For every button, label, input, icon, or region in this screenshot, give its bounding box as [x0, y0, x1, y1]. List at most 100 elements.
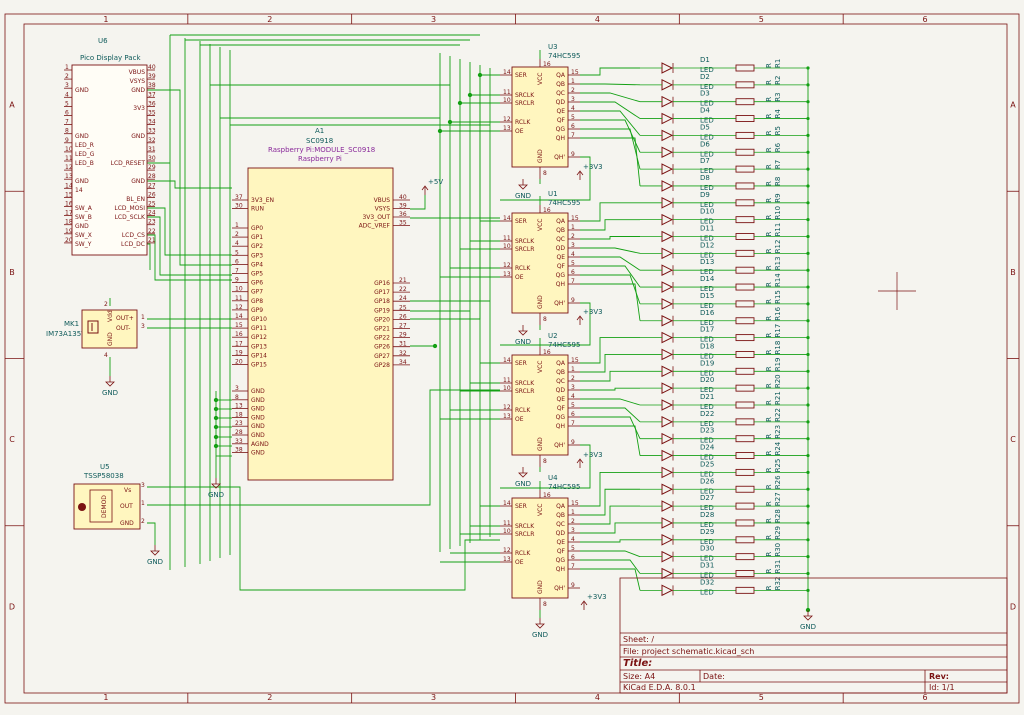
row-mark-left: D — [9, 602, 15, 611]
u6-left-pin-label: GND — [75, 223, 89, 230]
sr-left-pin-num: 11 — [503, 520, 511, 527]
u6-right-pin-num: 31 — [148, 146, 156, 153]
a1-left-pin-num: 5 — [235, 249, 239, 256]
resistor-icon — [735, 98, 755, 106]
resistor-ref: R5 — [774, 126, 782, 135]
sr-right-pin-label: QH' — [554, 442, 565, 449]
led-ref: D23 — [700, 427, 714, 435]
junction — [806, 150, 810, 154]
resistor-ref: R24 — [774, 441, 782, 455]
sr-right-pin-num: 5 — [571, 260, 575, 267]
gnd-symbol: GND — [532, 618, 548, 639]
tb-title: Title: — [623, 658, 652, 669]
led-ref: D29 — [700, 528, 714, 536]
resistor-icon — [735, 435, 755, 443]
wire — [580, 256, 641, 271]
u5-ir-receiver[interactable]: U5 TSSP58038 DEMOD Vs OUT GND 3 1 2 — [73, 463, 145, 530]
sr-right-pin-label: QC — [556, 236, 565, 243]
a1-gnd-pin-label: GND — [251, 406, 265, 413]
led-resistor-row: D24LEDR R24 — [640, 441, 810, 462]
led-resistor-row: D8LEDR R8 — [640, 174, 810, 192]
u6-right-pin-num: 33 — [148, 128, 156, 135]
sr-left-pin-label: SRCLK — [515, 523, 535, 530]
led-icon — [661, 79, 674, 91]
shift-register-u2[interactable]: U274HC59514 SER11 SRCLK10 SRCLR12 RCLK13 OE15… — [500, 332, 580, 467]
u6-left-pin-label: SW_X — [75, 232, 92, 239]
junction — [213, 397, 219, 403]
resistor-ref: R3 — [774, 92, 782, 101]
sr-right-pin-label: QE — [556, 539, 565, 546]
sr-left-pin-num: 12 — [503, 262, 511, 269]
resistor-value: R — [765, 181, 773, 186]
a1-footprint: Raspberry Pi:MODULE_SC0918 — [268, 146, 375, 154]
resistor-icon — [735, 519, 755, 527]
led-ref: D26 — [700, 477, 715, 485]
a1-gnd-pin-num: 3 — [235, 385, 239, 392]
resistor-icon — [735, 468, 755, 476]
sr-value: 74HC595 — [548, 52, 580, 60]
led-icon — [661, 213, 674, 226]
shift-register-u3[interactable]: U374HC59514 SER11 SRCLK10 SRCLR12 RCLK13 OE15… — [500, 43, 580, 179]
sr-left-pin-num: 10 — [503, 528, 511, 535]
row-mark-right: B — [1010, 268, 1016, 277]
resistor-ref: R9 — [774, 193, 782, 202]
junction — [457, 100, 463, 106]
a1-right-pin-num: 21 — [399, 277, 407, 284]
sr-left-pin-label: SRCLR — [515, 531, 534, 538]
sr-left-pin-label: RCLK — [515, 265, 531, 272]
junction — [806, 420, 810, 424]
sr-right-pin-label: QC — [556, 521, 565, 528]
led-icon — [661, 432, 674, 445]
resistor-value: R — [765, 164, 773, 169]
wire — [580, 337, 640, 364]
led-icon — [661, 517, 674, 529]
resistor-ref: R17 — [774, 324, 782, 338]
wire — [410, 74, 500, 320]
a1-left-pin-num: 6 — [235, 258, 239, 265]
schematic-sheet: 112233445566AABBCCDD U6 Pico Display Pac… — [0, 0, 1024, 711]
sr-right-pin-label: QB — [556, 227, 565, 234]
sr-vcc-num: 16 — [543, 349, 551, 356]
u6-left-pin-num: 8 — [65, 128, 69, 135]
resistor-ref: R10 — [774, 206, 782, 220]
sr-left-pin-label: SRCLR — [515, 246, 534, 253]
shift-register-u1[interactable]: U174HC59514 SER11 SRCLK10 SRCLR12 RCLK13 OE15… — [500, 190, 580, 325]
junction — [806, 201, 810, 205]
shift-register-u4[interactable]: U474HC59514 SER11 SRCLK10 SRCLR12 RCLK13 OE15… — [500, 474, 580, 610]
wire — [580, 550, 641, 558]
a1-left-pin-num: 2 — [235, 231, 239, 238]
sr-right-pin-num: 4 — [571, 393, 575, 400]
led-resistor-row: D31LEDR R31 — [640, 560, 810, 580]
u6-pico-display-pack[interactable]: U6 Pico Display Pack 1 402 393 384 375 366 357… — [64, 37, 156, 256]
resistor-ref: R23 — [774, 425, 782, 439]
wire — [580, 202, 640, 222]
led-resistor-row: D27LEDR R27 — [640, 492, 810, 512]
sr-left-pin-label: RCLK — [515, 407, 531, 414]
sr-left-pin-label: SRCLR — [515, 388, 534, 395]
led-icon — [661, 129, 674, 142]
junction — [213, 434, 219, 440]
sr-value: 74HC595 — [548, 341, 580, 349]
resistor-icon — [735, 300, 755, 308]
a1-raspberry-pi-pico[interactable]: A1 SC0918 Raspberry Pi:MODULE_SC0918 Ras… — [232, 127, 410, 481]
u6-right-pin-num: 26 — [148, 191, 156, 198]
led-icon — [661, 247, 674, 260]
u6-right-pin-num: 30 — [148, 155, 156, 162]
junction — [477, 72, 483, 78]
mk1-microphone[interactable]: MK1 IM73A135V01 Vdd OUT+ OUT- GND 2 1 3 … — [46, 301, 145, 359]
led-resistor-row: D11LEDR R11 — [640, 223, 810, 243]
junction — [806, 66, 810, 70]
a1-gnd-pin-label: GND — [251, 423, 265, 430]
led-icon — [661, 567, 674, 580]
sr-right-pin-num: 4 — [571, 251, 575, 258]
a1-right-pin-num: 26 — [399, 313, 407, 320]
sr-left-pin-label: OE — [515, 559, 524, 566]
mk1-pin2-num: 2 — [104, 301, 108, 308]
led-ref: D1 — [700, 56, 710, 64]
led-icon — [661, 533, 674, 546]
a1-left-pin-label: GP5 — [251, 271, 263, 278]
led-ref: D21 — [700, 393, 714, 401]
sr-right-pin-num: 6 — [571, 269, 575, 276]
u5-demod-label: DEMOD — [101, 495, 108, 518]
led-ref: D7 — [700, 157, 710, 165]
